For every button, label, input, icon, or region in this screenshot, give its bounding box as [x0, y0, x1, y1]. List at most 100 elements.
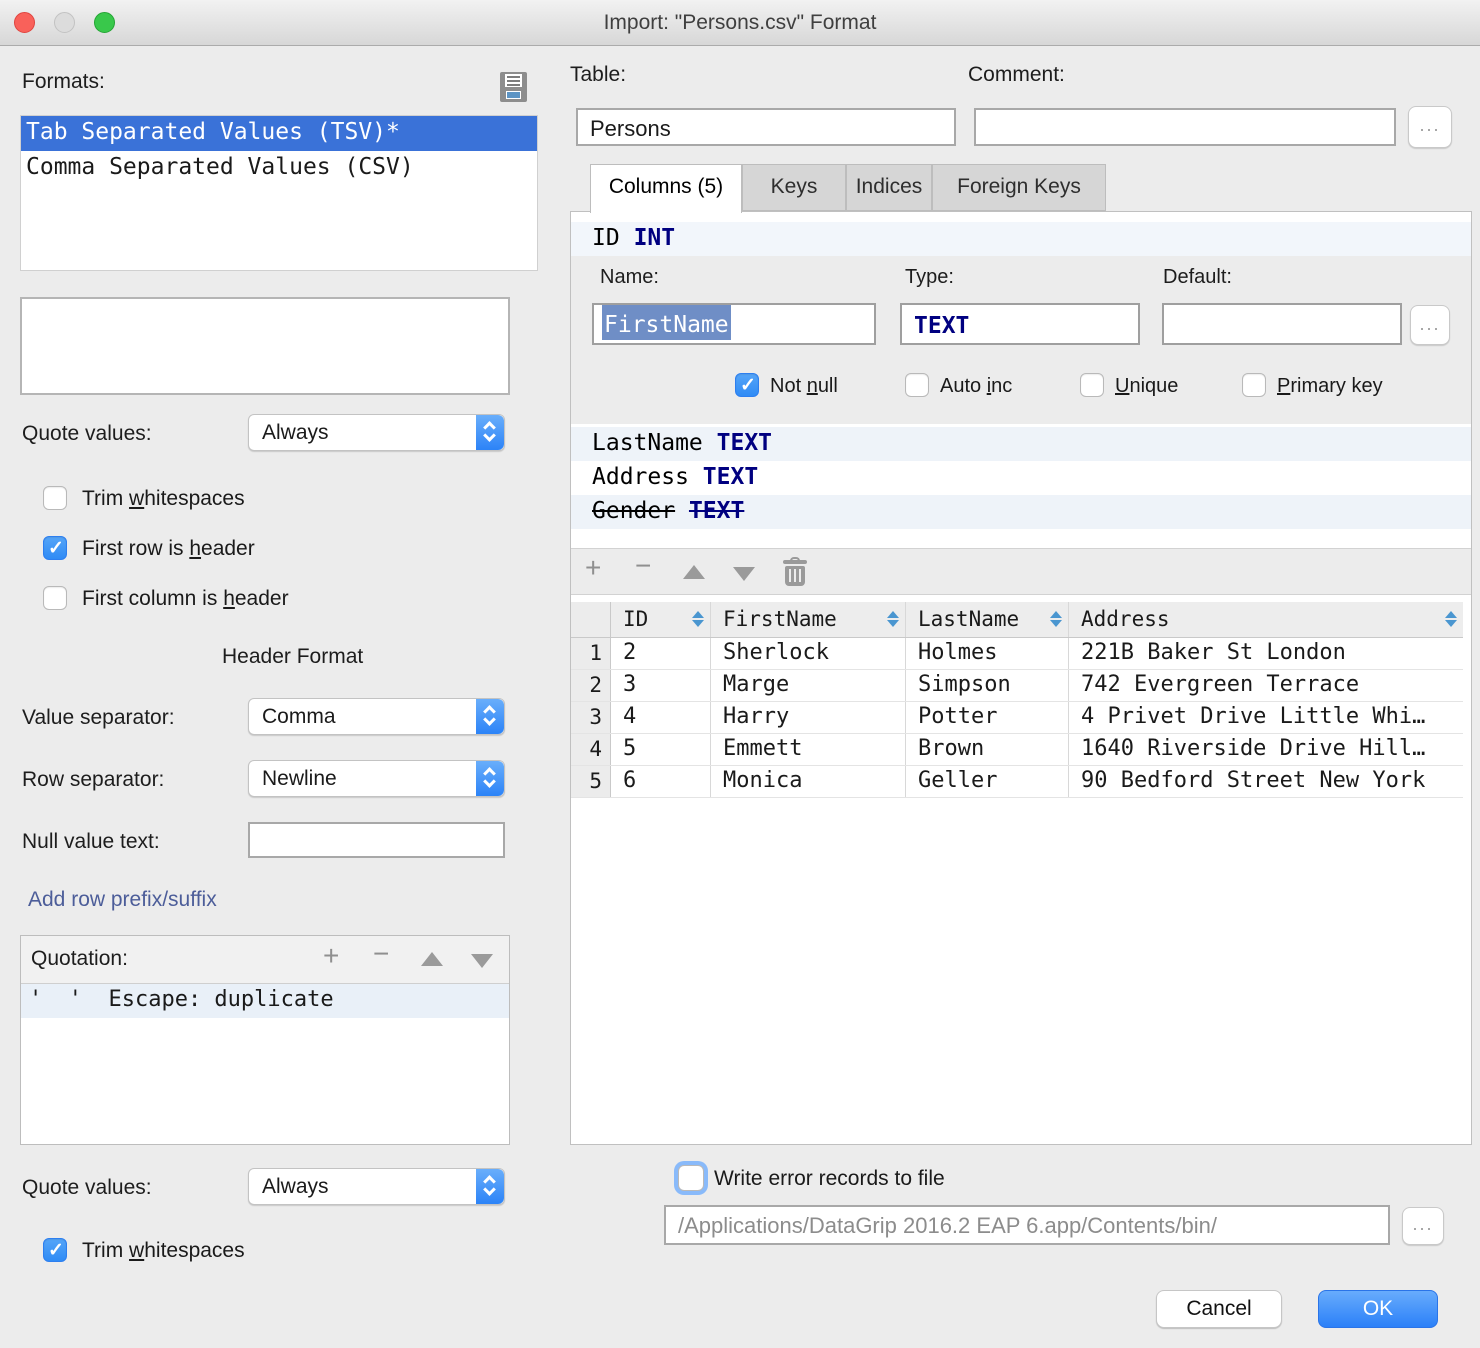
- quote-values2-label: Quote values:: [22, 1176, 152, 1199]
- write-error-records-checkbox[interactable]: [678, 1165, 704, 1191]
- tab-keys[interactable]: Keys: [742, 164, 846, 211]
- add-row-prefix-suffix-link[interactable]: Add row prefix/suffix: [28, 888, 217, 912]
- grid-cell[interactable]: 1640 Riverside Drive Hill…: [1069, 734, 1463, 765]
- grid-header-firstname[interactable]: FirstName: [711, 602, 906, 637]
- import-format-dialog: Import: "Persons.csv" Format Formats: Ta…: [0, 0, 1480, 1348]
- add-quotation-icon[interactable]: +: [323, 942, 339, 970]
- first-column-header-checkbox[interactable]: [43, 586, 67, 610]
- quote-values2-select[interactable]: Always: [248, 1168, 505, 1205]
- sort-icon[interactable]: [887, 611, 899, 629]
- grid-cell[interactable]: 221B Baker St London: [1069, 638, 1463, 669]
- error-file-more-button[interactable]: ...: [1402, 1207, 1444, 1245]
- ok-button[interactable]: OK: [1318, 1290, 1438, 1328]
- tab-columns[interactable]: Columns (5): [590, 164, 742, 213]
- grid-cell[interactable]: 3: [611, 670, 711, 701]
- add-column-icon[interactable]: +: [585, 554, 601, 582]
- first-row-header-checkbox[interactable]: [43, 536, 67, 560]
- grid-cell[interactable]: Geller: [906, 766, 1069, 797]
- quotation-label: Quotation:: [31, 947, 128, 970]
- quotation-row[interactable]: ' ' Escape: duplicate: [21, 984, 509, 1018]
- primary-key-checkbox[interactable]: [1242, 373, 1266, 397]
- sort-icon[interactable]: [1445, 611, 1457, 629]
- column-name-value: FirstName: [602, 305, 731, 340]
- move-up-icon[interactable]: [421, 952, 443, 966]
- grid-cell[interactable]: 2: [611, 638, 711, 669]
- primary-key-label: Primary key: [1277, 375, 1383, 397]
- type-label: Type:: [905, 266, 954, 288]
- column-row-lastname[interactable]: LastName TEXT: [571, 427, 1471, 461]
- column-name-input[interactable]: FirstName: [592, 303, 876, 345]
- table-name-input[interactable]: Persons: [576, 108, 956, 146]
- null-value-label: Null value text:: [22, 830, 160, 853]
- grid-row[interactable]: 2 3 Marge Simpson 742 Evergreen Terrace: [571, 670, 1463, 702]
- grid-cell[interactable]: Holmes: [906, 638, 1069, 669]
- value-separator-label: Value separator:: [22, 706, 175, 729]
- remove-quotation-icon[interactable]: −: [373, 940, 389, 968]
- save-format-icon[interactable]: [500, 72, 527, 102]
- column-default-input[interactable]: [1162, 303, 1402, 345]
- quote-values-value: Always: [262, 421, 329, 444]
- trim-whitespaces2-checkbox[interactable]: [43, 1238, 67, 1262]
- format-item-csv[interactable]: Comma Separated Values (CSV): [21, 151, 537, 186]
- column-type-value: TEXT: [914, 313, 970, 339]
- quote-values2-value: Always: [262, 1175, 329, 1198]
- grid-row[interactable]: 3 4 Harry Potter 4 Privet Drive Little W…: [571, 702, 1463, 734]
- grid-cell[interactable]: 5: [611, 734, 711, 765]
- delete-all-icon[interactable]: [783, 557, 807, 587]
- grid-cell[interactable]: Marge: [711, 670, 906, 701]
- move-column-up-icon[interactable]: [683, 565, 705, 579]
- error-file-path-input[interactable]: /Applications/DataGrip 2016.2 EAP 6.app/…: [664, 1205, 1390, 1245]
- grid-cell[interactable]: 90 Bedford Street New York: [1069, 766, 1463, 797]
- grid-row[interactable]: 1 2 Sherlock Holmes 221B Baker St London: [571, 638, 1463, 670]
- comment-input[interactable]: [974, 108, 1396, 146]
- format-item-tsv[interactable]: Tab Separated Values (TSV)*: [21, 116, 537, 151]
- not-null-checkbox[interactable]: [735, 373, 759, 397]
- quotation-panel: Quotation: + − ' ' Escape: duplicate: [20, 935, 510, 1145]
- grid-row[interactable]: 5 6 Monica Geller 90 Bedford Street New …: [571, 766, 1463, 798]
- remove-column-icon[interactable]: −: [635, 552, 651, 580]
- grid-header-row: ID FirstName LastName Address: [571, 602, 1463, 638]
- grid-cell[interactable]: Brown: [906, 734, 1069, 765]
- grid-header-id[interactable]: ID: [611, 602, 711, 637]
- comment-more-button[interactable]: ...: [1408, 106, 1452, 148]
- grid-cell[interactable]: Harry: [711, 702, 906, 733]
- cancel-button[interactable]: Cancel: [1156, 1290, 1282, 1328]
- tab-foreign-keys[interactable]: Foreign Keys: [932, 164, 1106, 211]
- grid-row[interactable]: 4 5 Emmett Brown 1640 Riverside Drive Hi…: [571, 734, 1463, 766]
- column-row-address[interactable]: Address TEXT: [571, 461, 1471, 495]
- column-row-id[interactable]: ID INT: [571, 222, 1471, 256]
- row-number: 2: [571, 670, 611, 701]
- value-separator-select[interactable]: Comma: [248, 698, 505, 735]
- tab-indices[interactable]: Indices: [846, 164, 932, 211]
- grid-cell[interactable]: Emmett: [711, 734, 906, 765]
- trim-whitespaces-checkbox[interactable]: [43, 486, 67, 510]
- error-file-path-value: /Applications/DataGrip 2016.2 EAP 6.app/…: [678, 1213, 1217, 1238]
- grid-cell[interactable]: 4 Privet Drive Little Whi…: [1069, 702, 1463, 733]
- title-bar: Import: "Persons.csv" Format: [0, 0, 1480, 46]
- null-value-input[interactable]: [248, 822, 505, 858]
- move-down-icon[interactable]: [471, 954, 493, 968]
- grid-cell[interactable]: Sherlock: [711, 638, 906, 669]
- sort-icon[interactable]: [692, 611, 704, 629]
- grid-cell[interactable]: Monica: [711, 766, 906, 797]
- grid-cell[interactable]: Simpson: [906, 670, 1069, 701]
- grid-header-lastname[interactable]: LastName: [906, 602, 1069, 637]
- default-more-button[interactable]: ...: [1410, 305, 1450, 345]
- column-type-input[interactable]: TEXT: [900, 303, 1140, 345]
- grid-header-address[interactable]: Address: [1069, 602, 1463, 637]
- grid-cell[interactable]: Potter: [906, 702, 1069, 733]
- quotation-header: Quotation: + −: [21, 936, 509, 984]
- floppy-label: [505, 74, 522, 87]
- floppy-shutter: [506, 91, 521, 99]
- move-column-down-icon[interactable]: [733, 567, 755, 581]
- grid-cell[interactable]: 6: [611, 766, 711, 797]
- column-row-gender[interactable]: Gender TEXT: [571, 495, 1471, 529]
- grid-cell[interactable]: 742 Evergreen Terrace: [1069, 670, 1463, 701]
- auto-inc-checkbox[interactable]: [905, 373, 929, 397]
- grid-cell[interactable]: 4: [611, 702, 711, 733]
- unique-checkbox[interactable]: [1080, 373, 1104, 397]
- table-label: Table:: [570, 63, 627, 86]
- row-separator-select[interactable]: Newline: [248, 760, 505, 797]
- quote-values-select[interactable]: Always: [248, 414, 505, 451]
- sort-icon[interactable]: [1050, 611, 1062, 629]
